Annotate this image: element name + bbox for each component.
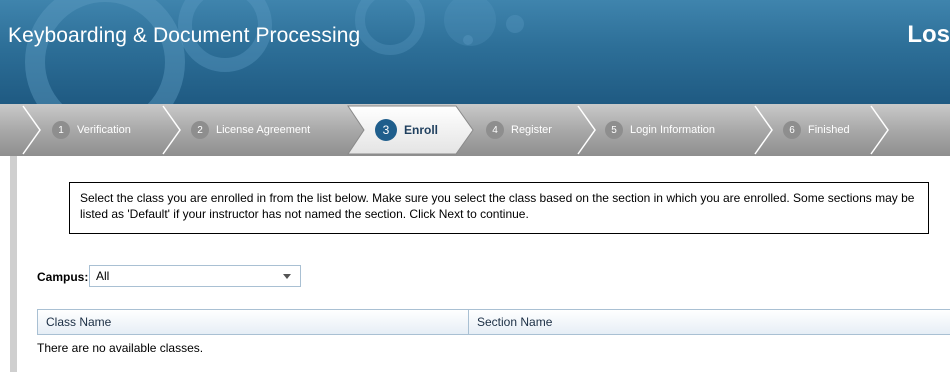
step-number: 4 [486,121,504,139]
left-divider-strip [10,156,17,372]
step-label: Verification [77,124,131,136]
step-enroll: 3 Enroll [375,104,438,156]
step-label: Login Information [630,124,715,136]
header-decoration [25,0,524,104]
step-number: 6 [783,121,801,139]
campus-selected-value: All [96,269,110,283]
step-label: Enroll [404,123,439,137]
instructions-box: Select the class you are enrolled in fro… [69,182,929,234]
campus-label: Campus: [37,270,89,284]
step-label: Finished [808,124,850,136]
step-finished: 6 Finished [783,104,850,156]
step-verification: 1 Verification [52,104,131,156]
empty-table-message: There are no available classes. [37,341,204,355]
campus-select[interactable]: All [89,265,301,287]
step-number: 1 [52,121,70,139]
column-header-class-name[interactable]: Class Name [38,310,469,334]
app-title: Keyboarding & Document Processing [8,24,361,47]
chevron-down-icon[interactable] [283,274,291,279]
classes-table: Class Name Section Name There are no ava… [37,309,950,355]
step-license-agreement: 2 License Agreement [191,104,310,156]
table-header: Class Name Section Name [37,309,950,335]
step-login-information: 5 Login Information [605,104,715,156]
step-number: 5 [605,121,623,139]
step-label: Register [511,124,552,136]
step-number: 2 [191,121,209,139]
brand-text: Los [907,21,950,48]
step-number: 3 [375,119,397,141]
step-label: License Agreement [216,124,311,136]
step-register: 4 Register [486,104,552,156]
header-banner: Keyboarding & Document Processing Los [0,0,950,104]
wizard-steps-bar: 1 Verification 2 License Agreement 3 Enr… [0,104,950,156]
column-header-section-name[interactable]: Section Name [469,310,950,334]
